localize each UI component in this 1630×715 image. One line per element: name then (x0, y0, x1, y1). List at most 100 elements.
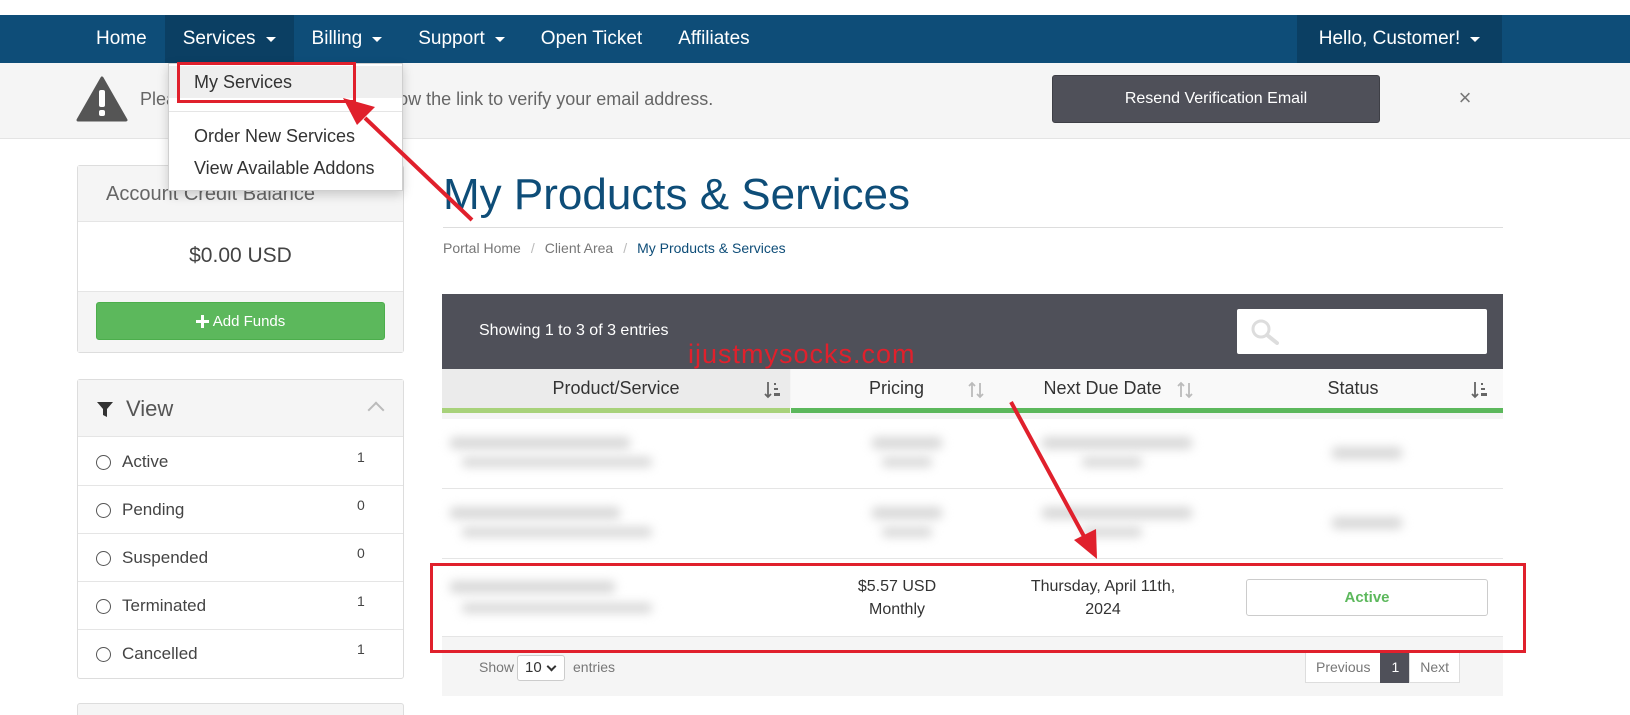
user-menu[interactable]: Hello, Customer! (1297, 15, 1502, 63)
blurred-text (1082, 527, 1142, 537)
radio-icon[interactable] (96, 551, 111, 566)
blurred-text (1042, 437, 1192, 449)
search-icon (1251, 319, 1279, 345)
blurred-text (450, 437, 630, 449)
nav-menu: Home Services Billing Support Open Ticke… (78, 15, 768, 63)
page-1-button[interactable]: 1 (1380, 651, 1411, 683)
view-panel-header[interactable]: View (78, 380, 403, 437)
add-funds-button[interactable]: Add Funds (96, 302, 385, 340)
breadcrumb-separator: / (530, 240, 535, 256)
column-header-product[interactable]: Product/Service (442, 369, 790, 413)
user-menu-label: Hello, Customer! (1318, 28, 1461, 49)
column-label: Status (1327, 378, 1379, 398)
plus-icon (195, 314, 209, 328)
blurred-text (1332, 447, 1402, 459)
show-label: Show (479, 659, 515, 675)
divider (443, 227, 1503, 228)
close-icon[interactable]: × (1452, 85, 1478, 111)
previous-page-button[interactable]: Previous (1305, 651, 1382, 683)
nav-home[interactable]: Home (78, 15, 165, 63)
view-filter-panel: View Active 1 Pending 0 Suspended 0 Term… (77, 379, 404, 679)
chevron-up-icon[interactable] (367, 401, 385, 419)
filter-label: Cancelled (122, 644, 198, 663)
column-label: Product/Service (552, 378, 680, 398)
page-size-value: 10 (525, 659, 542, 676)
blurred-text (882, 457, 932, 467)
nav-billing[interactable]: Billing (294, 15, 401, 63)
menu-item-order-new-services[interactable]: Order New Services (194, 126, 355, 147)
add-funds-label: Add Funds (212, 312, 286, 330)
table-row[interactable] (442, 489, 1503, 559)
divider (169, 111, 402, 112)
filter-count: 1 (357, 449, 365, 465)
nav-services-label: Services (182, 28, 256, 49)
blurred-text (462, 457, 652, 467)
menu-item-view-addons[interactable]: View Available Addons (194, 158, 374, 179)
pagination: Previous 1 Next (1305, 651, 1461, 683)
filter-icon (97, 402, 113, 417)
nav-support-label: Support (418, 28, 485, 49)
nav-affiliates-label: Affiliates (678, 28, 750, 49)
breadcrumb-current: My Products & Services (637, 240, 786, 256)
blurred-text (1332, 517, 1402, 529)
page-title: My Products & Services (443, 170, 911, 219)
radio-icon[interactable] (96, 599, 111, 614)
filter-count: 0 (357, 497, 365, 513)
filter-count: 1 (357, 593, 365, 609)
column-header-pricing[interactable]: Pricing (791, 369, 1002, 413)
breadcrumb: Portal Home / Client Area / My Products & Se… (443, 240, 786, 256)
sort-icon (968, 381, 984, 399)
table-search-input[interactable] (1237, 309, 1487, 354)
sort-desc-icon (764, 382, 780, 399)
next-page-button[interactable]: Next (1409, 651, 1461, 683)
radio-icon[interactable] (96, 647, 111, 662)
column-header-status[interactable]: Status (1203, 369, 1503, 413)
blurred-text (462, 527, 652, 537)
page-size-select[interactable]: 10 (517, 655, 565, 681)
nav-support[interactable]: Support (400, 15, 523, 63)
filter-item-suspended[interactable]: Suspended 0 (78, 534, 403, 582)
sort-icon (1177, 381, 1193, 399)
caret-down-icon (1470, 36, 1481, 42)
filter-label: Pending (122, 500, 185, 519)
credit-amount: $0.00 USD (189, 244, 292, 267)
blurred-text (872, 507, 942, 519)
nav-open-ticket[interactable]: Open Ticket (523, 15, 660, 63)
nav-home-label: Home (96, 28, 147, 49)
annotation-box-service-row (430, 563, 1526, 653)
table-row[interactable] (442, 419, 1503, 489)
top-navbar: Home Services Billing Support Open Ticke… (0, 15, 1630, 63)
annotation-box-my-services (177, 62, 356, 103)
filter-count: 0 (357, 545, 365, 561)
table-toolbar: Showing 1 to 3 of 3 entries (442, 294, 1503, 369)
column-header-next-due-date[interactable]: Next Due Date (1002, 369, 1203, 413)
breadcrumb-client-area[interactable]: Client Area (545, 240, 613, 256)
blurred-text (1082, 457, 1142, 467)
blurred-text (450, 507, 620, 519)
nav-open-ticket-label: Open Ticket (540, 28, 643, 49)
filter-item-cancelled[interactable]: Cancelled 1 (78, 630, 403, 678)
nav-affiliates[interactable]: Affiliates (660, 15, 767, 63)
filter-item-active[interactable]: Active 1 (78, 438, 403, 486)
breadcrumb-portal-home[interactable]: Portal Home (443, 240, 521, 256)
resend-verification-button[interactable]: Resend Verification Email (1052, 75, 1380, 123)
sidebar-panel-partial (77, 703, 404, 715)
filter-label: Terminated (122, 596, 207, 615)
blurred-text (1042, 507, 1192, 519)
radio-icon[interactable] (96, 455, 111, 470)
credit-balance-panel: Account Credit Balance $0.00 USD Add Fun… (77, 165, 404, 353)
blurred-text (882, 527, 932, 537)
caret-down-icon (372, 36, 383, 42)
page: Home Services Billing Support Open Ticke… (0, 0, 1630, 715)
radio-icon[interactable] (96, 503, 111, 518)
caret-down-icon (265, 36, 276, 42)
filter-item-pending[interactable]: Pending 0 (78, 486, 403, 534)
view-panel-title: View (126, 396, 174, 421)
nav-billing-label: Billing (311, 28, 363, 49)
caret-down-icon (494, 36, 505, 42)
filter-item-terminated[interactable]: Terminated 1 (78, 582, 403, 630)
blurred-text (872, 437, 942, 449)
sort-desc-icon (1471, 382, 1487, 399)
nav-services[interactable]: Services (164, 15, 294, 63)
chevron-down-icon (546, 661, 557, 672)
